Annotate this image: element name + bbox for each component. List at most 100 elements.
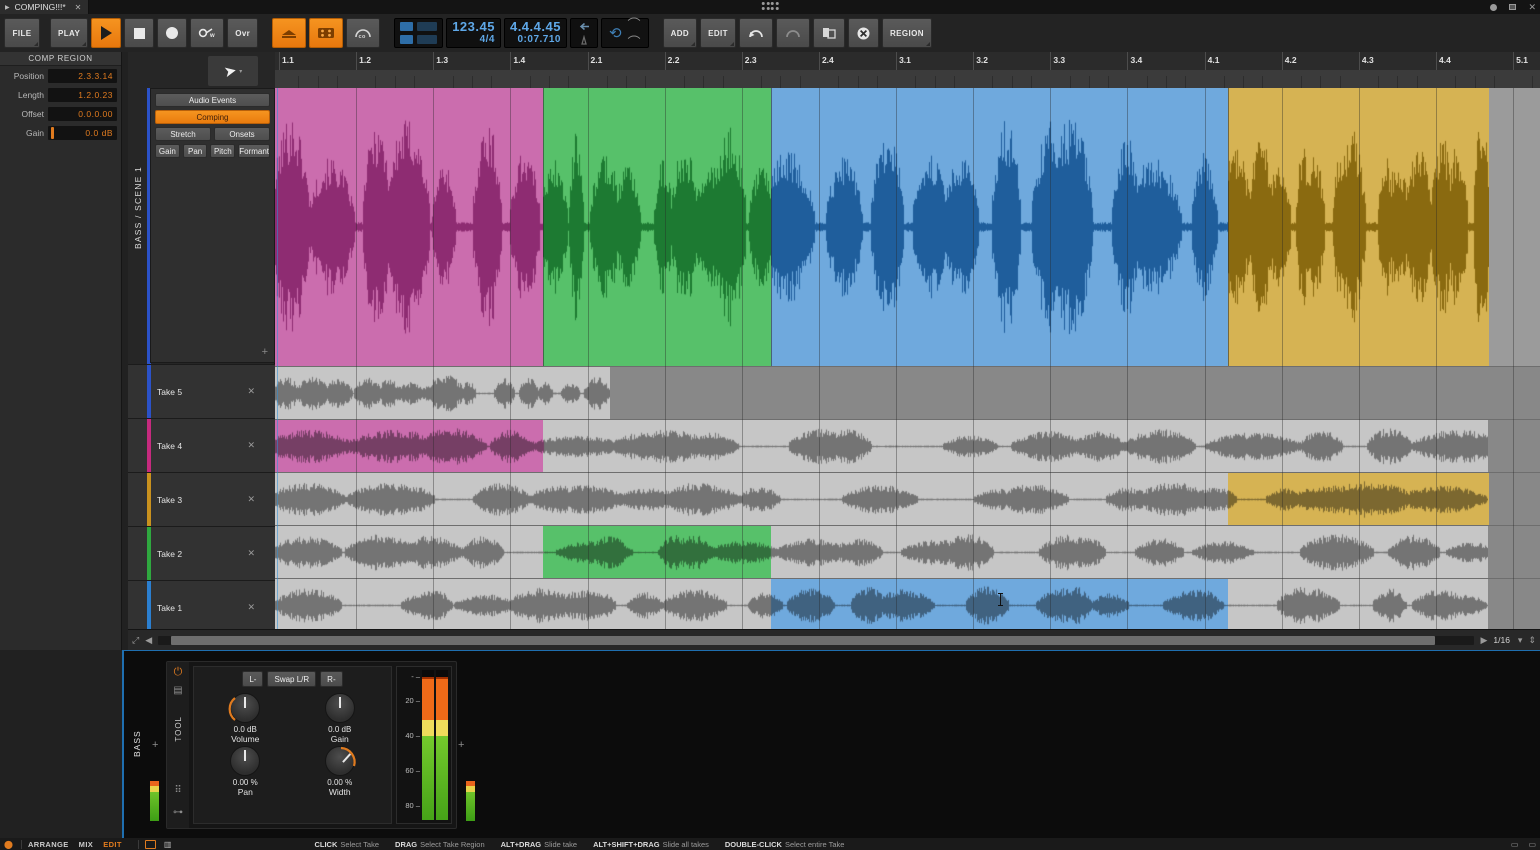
scroll-track[interactable] xyxy=(158,635,1475,645)
quantize-value[interactable]: 1/16 xyxy=(1493,635,1512,645)
take-lanes-area[interactable] xyxy=(275,366,1540,629)
arranger-button[interactable]: co xyxy=(346,18,381,48)
metronome-group[interactable] xyxy=(569,18,598,48)
position-display[interactable]: 4.4.4.45 0:07.710 xyxy=(503,18,567,48)
length-value[interactable]: 1.2.0.23 xyxy=(48,87,117,102)
loop-controls[interactable]: ⟲ ⌒ ⌒ xyxy=(600,18,649,49)
tool-gain[interactable]: Gain xyxy=(155,144,180,158)
offset-value[interactable]: 0.0.0.00 xyxy=(48,106,117,121)
loop-icon[interactable]: ⟲ xyxy=(609,26,622,41)
take-lane[interactable] xyxy=(275,366,1540,420)
scroll-right-button[interactable]: ▶ xyxy=(1480,635,1487,646)
chevron-down-icon[interactable]: ▾ xyxy=(239,68,242,75)
width-knob[interactable] xyxy=(324,746,356,776)
add-channel-right-button[interactable]: + xyxy=(458,739,464,751)
left-channel-button[interactable]: L- xyxy=(242,671,264,687)
add-tool-button[interactable]: + xyxy=(262,346,270,358)
close-icon[interactable]: ✕ xyxy=(247,440,255,451)
edit-button[interactable]: EDIT xyxy=(700,18,736,48)
status-tab-mix[interactable]: MIX xyxy=(79,840,94,849)
tool-selector-button[interactable]: ➤ ▾ xyxy=(208,56,258,86)
scroll-left-button[interactable]: ◀ xyxy=(145,635,152,646)
resize-icon[interactable]: ⇕ xyxy=(1528,635,1536,646)
stop-button[interactable] xyxy=(124,18,155,48)
ruler-beat-band[interactable] xyxy=(275,70,1540,101)
gain-slider-handle[interactable] xyxy=(51,126,54,139)
play-menu-button[interactable]: PLAY xyxy=(50,18,89,48)
power-icon[interactable]: ⏻ xyxy=(174,666,183,679)
position-value[interactable]: 2.3.3.14 xyxy=(48,68,117,83)
swap-lr-button[interactable]: Swap L/R xyxy=(267,671,317,687)
mixer-window-icon[interactable]: ▥ xyxy=(164,840,172,849)
grid-icon[interactable]: ⠿ xyxy=(174,785,181,796)
take-lane-header-4[interactable]: Take 4 ✕ xyxy=(128,418,275,473)
add-channel-left-button[interactable]: + xyxy=(152,739,158,751)
close-icon[interactable]: ✕ xyxy=(75,3,82,12)
precount-button[interactable]: w xyxy=(190,18,225,48)
inspector-row-length[interactable]: Length 1.2.0.23 xyxy=(0,85,121,104)
mode-indicator-lcd[interactable] xyxy=(394,18,444,48)
chevron-down-icon[interactable]: ▾ xyxy=(1518,635,1523,646)
take-lane-header-3[interactable]: Take 3 ✕ xyxy=(128,472,275,527)
tool-audio-events[interactable]: Audio Events xyxy=(155,93,270,107)
rack-icon[interactable]: ▤ xyxy=(173,685,182,696)
link-icon[interactable]: ⊶ xyxy=(173,807,183,818)
tool-stretch[interactable]: Stretch xyxy=(155,127,211,141)
document-tab[interactable]: ▶ COMPING!!!* ✕ xyxy=(0,0,90,14)
gain-knob[interactable] xyxy=(324,693,355,723)
segment-boundary[interactable] xyxy=(1228,88,1229,366)
record-button[interactable] xyxy=(157,18,188,48)
duplicate-button[interactable] xyxy=(812,18,845,48)
maximize-icon[interactable] xyxy=(1509,4,1517,10)
grid-editor-button[interactable] xyxy=(309,18,344,48)
tool-formant[interactable]: Formant xyxy=(238,144,270,158)
status-tab-edit[interactable]: EDIT xyxy=(103,840,122,849)
editor-window-icon[interactable] xyxy=(144,839,156,849)
close-icon[interactable]: ✕ xyxy=(247,386,255,397)
tool-pitch[interactable]: Pitch xyxy=(210,144,236,158)
tool-comping[interactable]: Comping xyxy=(155,110,270,124)
segment-boundary[interactable] xyxy=(543,88,544,366)
close-icon[interactable]: ✕ xyxy=(247,548,255,559)
play-button[interactable] xyxy=(91,18,122,48)
window-drag-handle[interactable] xyxy=(761,2,779,10)
zoom-handle-icon[interactable]: ⤢ xyxy=(132,635,139,646)
take-lane[interactable] xyxy=(275,419,1540,473)
cancel-button[interactable] xyxy=(847,18,879,48)
horizontal-scrollbar-area[interactable]: ⤢ ◀ ▶ 1/16 ▾ ⇕ xyxy=(128,629,1540,650)
tempo-display[interactable]: 123.45 4/4 xyxy=(446,18,501,48)
comp-region-lane[interactable] xyxy=(275,88,1540,366)
scroll-thumb[interactable] xyxy=(171,635,1435,645)
take-layers-button[interactable] xyxy=(272,18,307,48)
take-lane[interactable] xyxy=(275,472,1540,526)
gain-value[interactable]: 0.0 dB xyxy=(48,125,117,140)
file-menu-button[interactable]: FILE xyxy=(4,18,40,48)
undo-button[interactable] xyxy=(738,18,773,48)
region-button[interactable]: REGION xyxy=(881,18,932,48)
status-tab-arrange[interactable]: ARRANGE xyxy=(28,840,69,849)
comp-segment[interactable] xyxy=(275,88,543,366)
pan-knob[interactable] xyxy=(230,746,261,776)
close-icon[interactable]: ✕ xyxy=(1528,2,1536,12)
take-lane-header-1[interactable]: Take 1 ✕ xyxy=(128,580,275,635)
take-lane-header-5[interactable]: Take 5 ✕ xyxy=(128,364,275,419)
tool-pan[interactable]: Pan xyxy=(182,144,208,158)
take-lane[interactable] xyxy=(275,578,1540,629)
comp-segment[interactable] xyxy=(543,88,771,366)
inspector-row-position[interactable]: Position 2.3.3.14 xyxy=(0,66,121,85)
inspector-row-offset[interactable]: Offset 0.0.0.00 xyxy=(0,104,121,123)
redo-button[interactable] xyxy=(775,18,810,48)
timeline-ruler[interactable]: 1.1 1.2 1.3 1.4 2.1 2.2 2.3 2.4 3.1 3.2 3.3 3.4 4.1 4… xyxy=(275,52,1540,101)
comping-editor-canvas[interactable] xyxy=(275,88,1540,629)
overdub-button[interactable]: Ovr xyxy=(227,18,259,48)
take-lane[interactable] xyxy=(275,525,1540,579)
comp-segment[interactable] xyxy=(771,88,1228,366)
minimize-icon[interactable] xyxy=(1490,3,1498,11)
inspector-row-gain[interactable]: Gain 0.0 dB xyxy=(0,123,121,142)
close-icon[interactable]: ✕ xyxy=(247,494,255,505)
right-channel-button[interactable]: R- xyxy=(320,671,343,687)
segment-boundary[interactable] xyxy=(771,88,772,366)
close-icon[interactable]: ✕ xyxy=(247,602,255,613)
add-button[interactable]: ADD xyxy=(662,18,698,48)
take-lane-header-2[interactable]: Take 2 ✕ xyxy=(128,526,275,581)
